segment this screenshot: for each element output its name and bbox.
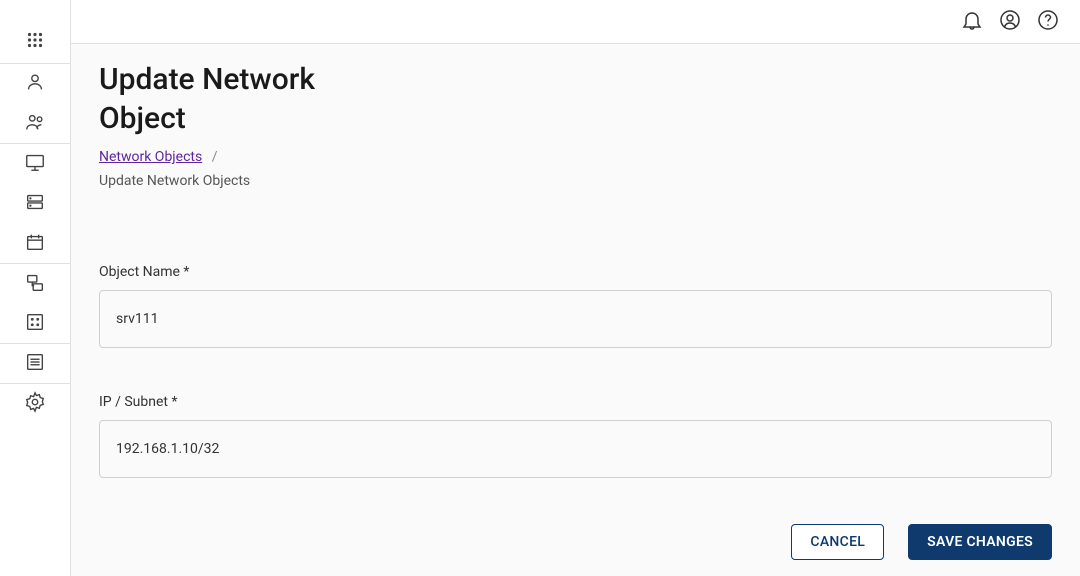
notifications-button[interactable] <box>956 6 988 38</box>
help-button[interactable] <box>1032 6 1064 38</box>
sidebar-item-settings[interactable] <box>0 384 71 424</box>
gear-icon <box>24 391 46 417</box>
sidebar-item-calendar[interactable] <box>0 224 71 264</box>
form-group-object-name: Object Name * <box>99 264 1052 348</box>
ip-subnet-label: IP / Subnet * <box>99 394 1052 410</box>
breadcrumb-separator: / <box>212 149 218 165</box>
object-name-input[interactable] <box>99 290 1052 348</box>
analytics-icon <box>24 311 46 337</box>
sidebar-item-group[interactable] <box>0 104 71 144</box>
sidebar-item-analytics[interactable] <box>0 304 71 344</box>
breadcrumb-link[interactable]: Network Objects <box>99 149 202 165</box>
form-group-ip-subnet: IP / Subnet * <box>99 394 1052 478</box>
bell-icon <box>960 8 984 36</box>
group-icon <box>24 111 46 137</box>
help-icon <box>1036 8 1060 36</box>
breadcrumb: Network Objects / Update Network Objects <box>99 146 1052 194</box>
button-row: CANCEL SAVE CHANGES <box>99 524 1052 560</box>
main-area: Update Network Object Network Objects / … <box>71 0 1080 576</box>
sidebar-item-cloud-link[interactable] <box>0 264 71 304</box>
cloud-link-icon <box>24 271 46 297</box>
page-title: Update Network Object <box>99 60 359 138</box>
sidebar-item-list[interactable] <box>0 344 71 384</box>
person-icon <box>24 71 46 97</box>
content: Update Network Object Network Objects / … <box>71 44 1080 576</box>
save-button[interactable]: SAVE CHANGES <box>908 524 1052 560</box>
apps-icon <box>24 29 46 55</box>
ip-subnet-input[interactable] <box>99 420 1052 478</box>
topbar <box>71 0 1080 44</box>
list-icon <box>24 351 46 377</box>
sidebar <box>0 0 71 576</box>
server-icon <box>24 191 46 217</box>
breadcrumb-current: Update Network Objects <box>99 173 250 189</box>
cancel-button[interactable]: CANCEL <box>791 524 884 560</box>
sidebar-item-server[interactable] <box>0 184 71 224</box>
account-button[interactable] <box>994 6 1026 38</box>
monitor-icon <box>24 151 46 177</box>
form: Object Name * IP / Subnet * CANCEL SAVE … <box>99 264 1052 560</box>
sidebar-item-person[interactable] <box>0 64 71 104</box>
calendar-icon <box>24 231 46 257</box>
sidebar-item-apps[interactable] <box>0 20 71 64</box>
sidebar-item-monitor[interactable] <box>0 144 71 184</box>
account-icon <box>998 8 1022 36</box>
object-name-label: Object Name * <box>99 264 1052 280</box>
